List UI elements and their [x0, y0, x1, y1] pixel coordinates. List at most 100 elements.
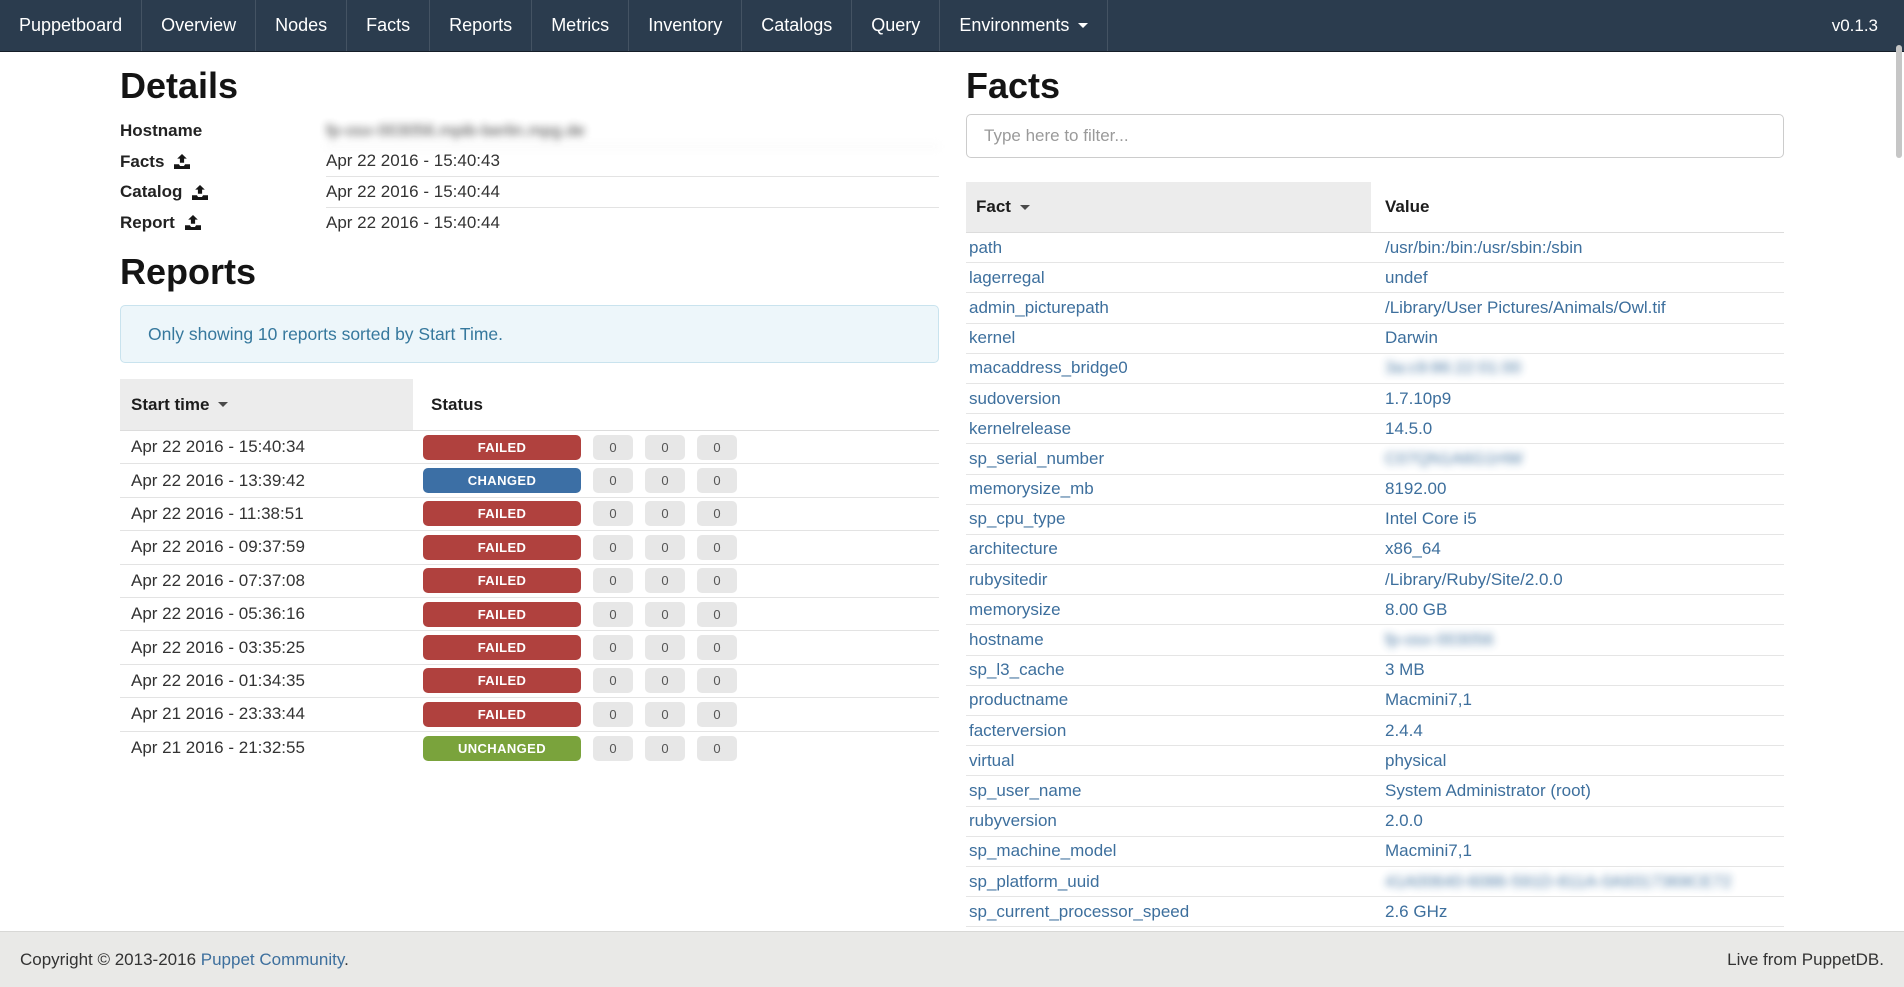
- report-status-badge[interactable]: FAILED: [423, 568, 581, 593]
- fact-value-link[interactable]: 8192.00: [1371, 479, 1784, 499]
- detail-label: Facts: [120, 152, 326, 172]
- fact-value-link[interactable]: C07QN1A6G1HW: [1371, 449, 1784, 469]
- puppet-community-link[interactable]: Puppet Community: [201, 950, 344, 969]
- fact-row: sudoversion1.7.10p9: [966, 384, 1784, 414]
- fact-name-link[interactable]: virtual: [966, 751, 1371, 771]
- fact-value-link[interactable]: System Administrator (root): [1371, 781, 1784, 801]
- report-row[interactable]: Apr 22 2016 - 07:37:08FAILED000: [120, 565, 939, 598]
- report-row[interactable]: Apr 22 2016 - 11:38:51FAILED000: [120, 498, 939, 531]
- fact-name-link[interactable]: sp_user_name: [966, 781, 1371, 801]
- report-status-badge[interactable]: FAILED: [423, 535, 581, 560]
- column-header-start-time[interactable]: Start time: [120, 379, 413, 430]
- fact-value-link[interactable]: 14.5.0: [1371, 419, 1784, 439]
- vertical-scrollbar-thumb[interactable]: [1896, 45, 1902, 158]
- navbar-brand[interactable]: Puppetboard: [0, 0, 142, 51]
- upload-icon[interactable]: [192, 185, 208, 200]
- report-status-badge[interactable]: FAILED: [423, 602, 581, 627]
- report-status-badge[interactable]: FAILED: [423, 435, 581, 460]
- fact-value-link[interactable]: 8.00 GB: [1371, 600, 1784, 620]
- fact-value-link[interactable]: /Library/User Pictures/Animals/Owl.tif: [1371, 298, 1784, 318]
- nav-item-metrics[interactable]: Metrics: [532, 0, 629, 51]
- detail-label-text: Report: [120, 213, 175, 233]
- fact-name-link[interactable]: path: [966, 238, 1371, 258]
- report-status-badge[interactable]: FAILED: [423, 635, 581, 660]
- report-count-badge: 0: [645, 736, 685, 761]
- fact-name-link[interactable]: sp_serial_number: [966, 449, 1371, 469]
- nav-item-inventory[interactable]: Inventory: [629, 0, 742, 51]
- report-start-time: Apr 21 2016 - 21:32:55: [120, 738, 413, 758]
- report-status-badge[interactable]: CHANGED: [423, 468, 581, 493]
- report-status-badge[interactable]: FAILED: [423, 501, 581, 526]
- fact-name-link[interactable]: sp_current_processor_speed: [966, 902, 1371, 922]
- fact-value-link[interactable]: Macmini7,1: [1371, 841, 1784, 861]
- upload-icon[interactable]: [174, 154, 190, 169]
- fact-name-link[interactable]: memorysize: [966, 600, 1371, 620]
- fact-name-link[interactable]: macaddress_bridge0: [966, 358, 1371, 378]
- column-header-status[interactable]: Status: [413, 379, 939, 430]
- report-status-badge[interactable]: FAILED: [423, 702, 581, 727]
- fact-value-link[interactable]: /usr/bin:/bin:/usr/sbin:/sbin: [1371, 238, 1784, 258]
- upload-icon[interactable]: [185, 215, 201, 230]
- fact-value-link[interactable]: 2.6 GHz: [1371, 902, 1784, 922]
- fact-name-link[interactable]: rubyversion: [966, 811, 1371, 831]
- fact-name-link[interactable]: admin_picturepath: [966, 298, 1371, 318]
- detail-label-text: Facts: [120, 152, 164, 172]
- fact-name-link[interactable]: kernelrelease: [966, 419, 1371, 439]
- nav-item-reports[interactable]: Reports: [430, 0, 532, 51]
- nav-item-query[interactable]: Query: [852, 0, 940, 51]
- fact-name-link[interactable]: sp_cpu_type: [966, 509, 1371, 529]
- report-row[interactable]: Apr 21 2016 - 21:32:55UNCHANGED000: [120, 732, 939, 765]
- fact-name-link[interactable]: sp_machine_model: [966, 841, 1371, 861]
- fact-value-link[interactable]: /Library/Ruby/Site/2.0.0: [1371, 570, 1784, 590]
- fact-row: virtualphysical: [966, 746, 1784, 776]
- fact-value-link[interactable]: 3 MB: [1371, 660, 1784, 680]
- report-row[interactable]: Apr 22 2016 - 01:34:35FAILED000: [120, 665, 939, 698]
- fact-value-link[interactable]: 3a:c9:86:22:01:00: [1371, 358, 1784, 378]
- fact-value-link[interactable]: Darwin: [1371, 328, 1784, 348]
- fact-name-link[interactable]: architecture: [966, 539, 1371, 559]
- fact-name-link[interactable]: hostname: [966, 630, 1371, 650]
- fact-name-link[interactable]: kernel: [966, 328, 1371, 348]
- report-count-badge: 0: [593, 501, 633, 526]
- fact-row: facterversion2.4.4: [966, 716, 1784, 746]
- fact-row: sp_current_processor_speed2.6 GHz: [966, 897, 1784, 927]
- fact-value-link[interactable]: Intel Core i5: [1371, 509, 1784, 529]
- fact-name-link[interactable]: lagerregal: [966, 268, 1371, 288]
- fact-value-link[interactable]: 2.0.0: [1371, 811, 1784, 831]
- fact-value-link[interactable]: physical: [1371, 751, 1784, 771]
- report-row[interactable]: Apr 22 2016 - 13:39:42CHANGED000: [120, 464, 939, 497]
- fact-name-link[interactable]: rubysitedir: [966, 570, 1371, 590]
- nav-item-facts[interactable]: Facts: [347, 0, 430, 51]
- nav-item-catalogs[interactable]: Catalogs: [742, 0, 852, 51]
- fact-name-link[interactable]: memorysize_mb: [966, 479, 1371, 499]
- fact-name-link[interactable]: productname: [966, 690, 1371, 710]
- fact-value-link[interactable]: x86_64: [1371, 539, 1784, 559]
- fact-name-link[interactable]: facterversion: [966, 721, 1371, 741]
- report-status-badge[interactable]: UNCHANGED: [423, 736, 581, 761]
- report-row[interactable]: Apr 22 2016 - 15:40:34FAILED000: [120, 431, 939, 464]
- report-count-badge: 0: [645, 702, 685, 727]
- report-row[interactable]: Apr 22 2016 - 09:37:59FAILED000: [120, 531, 939, 564]
- fact-value-link[interactable]: 2.4.4: [1371, 721, 1784, 741]
- fact-value-link[interactable]: undef: [1371, 268, 1784, 288]
- fact-value-link[interactable]: 41A00640-6086-591D-811A-0A9317369CE72: [1371, 872, 1784, 892]
- nav-item-nodes[interactable]: Nodes: [256, 0, 347, 51]
- fact-name-link[interactable]: sudoversion: [966, 389, 1371, 409]
- fact-name-link[interactable]: sp_platform_uuid: [966, 872, 1371, 892]
- facts-filter-input[interactable]: [966, 114, 1784, 158]
- fact-value-link[interactable]: Macmini7,1: [1371, 690, 1784, 710]
- column-header-fact[interactable]: Fact: [966, 182, 1371, 232]
- nav-item-environments[interactable]: Environments: [940, 0, 1108, 51]
- report-row[interactable]: Apr 21 2016 - 23:33:44FAILED000: [120, 698, 939, 731]
- report-row[interactable]: Apr 22 2016 - 05:36:16FAILED000: [120, 598, 939, 631]
- nav-item-overview[interactable]: Overview: [142, 0, 256, 51]
- fact-value-link[interactable]: fp-osx-003056: [1371, 630, 1784, 650]
- report-row[interactable]: Apr 22 2016 - 03:35:25FAILED000: [120, 631, 939, 664]
- report-status-badge[interactable]: FAILED: [423, 668, 581, 693]
- column-header-value[interactable]: Value: [1371, 182, 1784, 232]
- environments-label: Environments: [959, 15, 1069, 36]
- fact-name-link[interactable]: sp_l3_cache: [966, 660, 1371, 680]
- detail-value: Apr 22 2016 - 15:40:44: [326, 208, 939, 239]
- report-status-cell: FAILED000: [413, 435, 939, 460]
- fact-value-link[interactable]: 1.7.10p9: [1371, 389, 1784, 409]
